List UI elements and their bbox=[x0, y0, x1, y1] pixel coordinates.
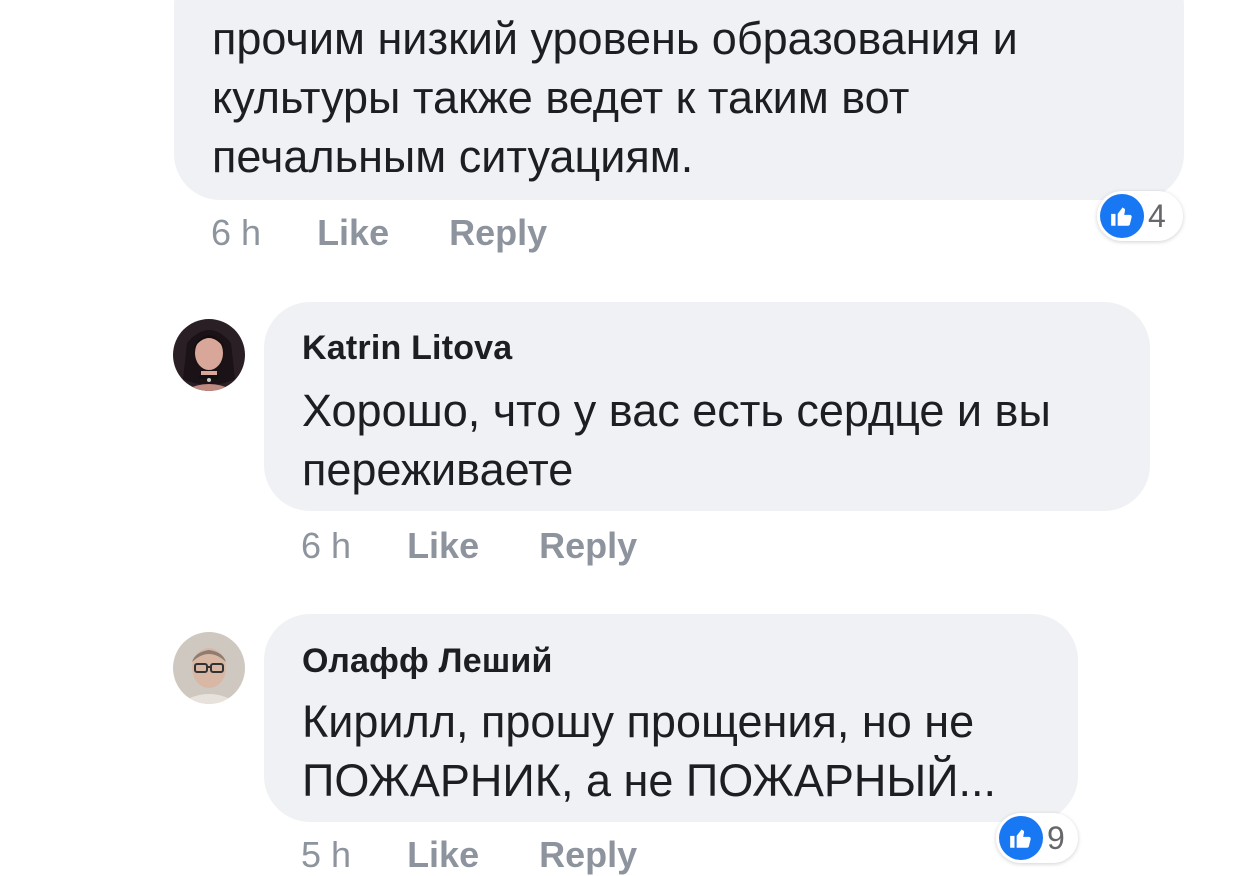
like-link[interactable]: Like bbox=[407, 525, 479, 566]
like-link[interactable]: Like bbox=[407, 834, 479, 875]
reaction-badge-1[interactable]: 4 bbox=[1097, 191, 1183, 241]
comment-text-3-line-1: Кирилл, прошу прощения, но не bbox=[302, 696, 975, 747]
reply-link[interactable]: Reply bbox=[539, 525, 637, 566]
reply-link[interactable]: Reply bbox=[449, 212, 547, 253]
comment-text-1-line-2: культуры также ведет к таким вот bbox=[212, 72, 910, 123]
reaction-count: 4 bbox=[1148, 197, 1166, 234]
comment-text-1-line-3: печальным ситуациям. bbox=[212, 131, 694, 182]
reaction-count: 9 bbox=[1047, 819, 1065, 856]
avatar-olaff[interactable] bbox=[173, 632, 245, 704]
comment-time: 5 h bbox=[301, 834, 352, 875]
comment-text-2-line-1: Хорошо, что у вас есть сердце и вы bbox=[302, 385, 1051, 436]
comment-author-2[interactable]: Katrin Litova bbox=[302, 329, 512, 368]
reply-link[interactable]: Reply bbox=[539, 834, 637, 875]
comment-time: 6 h bbox=[211, 212, 262, 253]
comment-text-1-line-1: прочим низкий уровень образования и bbox=[212, 13, 1018, 64]
comment-meta-1: 6 h Like Reply bbox=[211, 212, 547, 254]
reaction-badge-3[interactable]: 9 bbox=[996, 813, 1078, 863]
comment-text-3-line-2: ПОЖАРНИК, а не ПОЖАРНЫЙ... bbox=[302, 755, 997, 806]
comment-meta-3: 5 h Like Reply bbox=[301, 834, 637, 876]
like-link[interactable]: Like bbox=[317, 212, 389, 253]
thumbs-up-icon bbox=[1100, 194, 1144, 238]
comment-meta-2: 6 h Like Reply bbox=[301, 525, 637, 567]
avatar-katrin[interactable] bbox=[173, 319, 245, 391]
comment-text-2-line-2: переживаете bbox=[302, 444, 574, 495]
comment-author-3[interactable]: Олафф Леший bbox=[302, 642, 553, 681]
comment-time: 6 h bbox=[301, 525, 352, 566]
thumbs-up-icon bbox=[999, 816, 1043, 860]
